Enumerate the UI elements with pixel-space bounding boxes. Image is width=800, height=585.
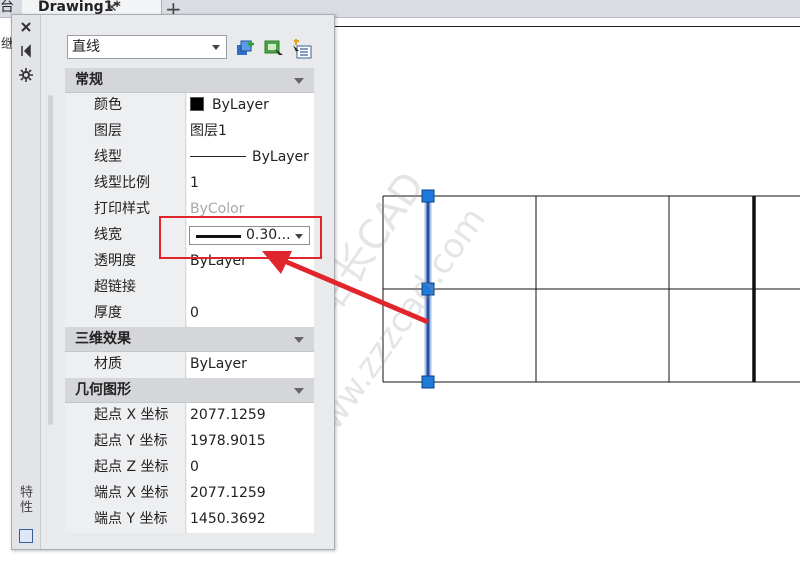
arrow-shaft xyxy=(281,257,429,325)
annotation-arrow xyxy=(262,251,429,325)
